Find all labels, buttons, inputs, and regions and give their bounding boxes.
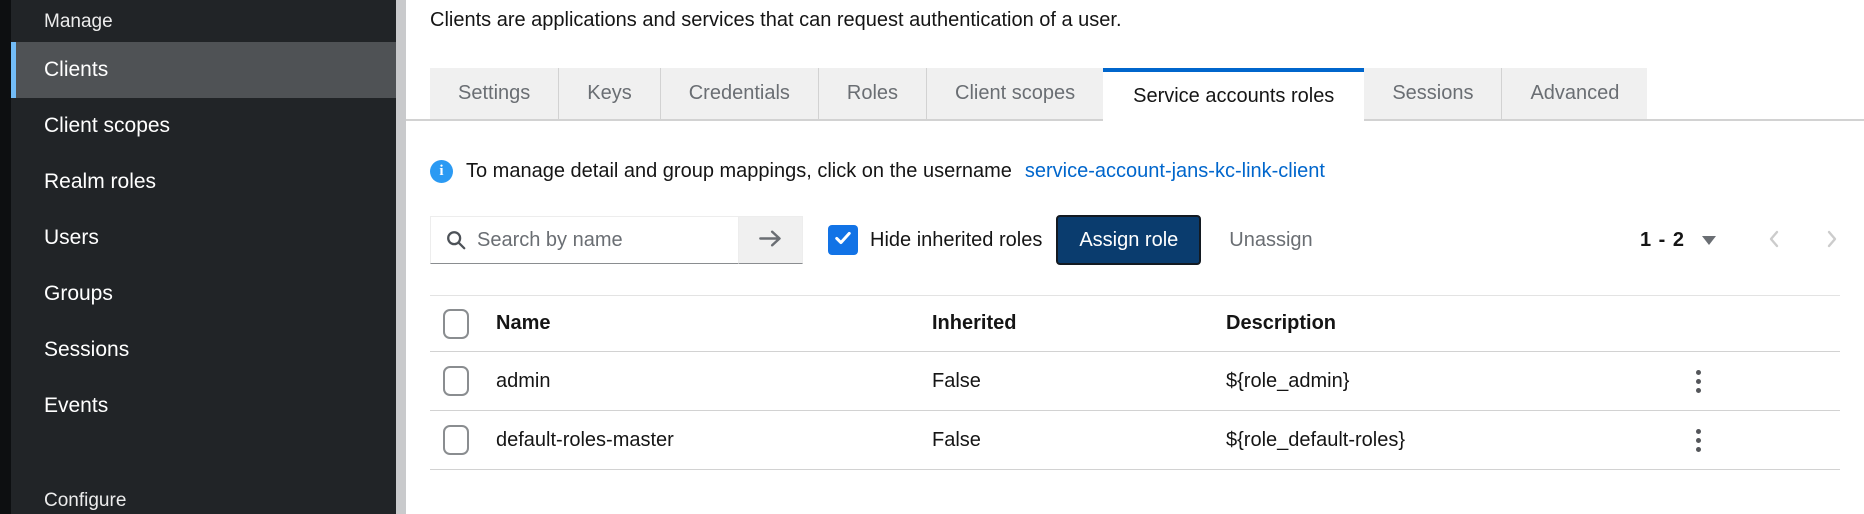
sidebar-item-users[interactable]: Users: [11, 210, 396, 266]
hide-inherited-roles-checkbox[interactable]: [828, 225, 858, 255]
role-name-cell: default-roles-master: [496, 429, 932, 452]
info-banner: i To manage detail and group mappings, c…: [430, 160, 1840, 183]
nav-section-configure: Configure: [11, 490, 396, 512]
tab-advanced[interactable]: Advanced: [1502, 68, 1647, 121]
checkmark-icon: [833, 228, 853, 253]
select-all-checkbox[interactable]: [443, 309, 469, 339]
kebab-menu-icon[interactable]: [1676, 370, 1701, 393]
table-header-row: Name Inherited Description: [430, 295, 1840, 352]
sidebar-item-label: Clients: [44, 58, 108, 82]
column-header-name: Name: [496, 312, 932, 335]
table-row: admin False ${role_admin}: [430, 352, 1840, 411]
search-input[interactable]: [431, 229, 738, 252]
sidebar: Manage Clients Client scopes Realm roles…: [0, 0, 396, 514]
role-inherited-cell: False: [932, 370, 1226, 393]
search-input-wrap: [430, 216, 739, 264]
sidebar-item-label: Users: [44, 226, 99, 250]
role-inherited-cell: False: [932, 429, 1226, 452]
arrow-right-icon: [757, 225, 784, 255]
unassign-button[interactable]: Unassign: [1229, 229, 1312, 252]
main-content: Clients are applications and services th…: [406, 0, 1864, 514]
caret-down-icon[interactable]: [1702, 236, 1716, 245]
chevron-right-icon: [1824, 228, 1840, 253]
role-description-cell: ${role_default-roles}: [1226, 429, 1676, 452]
sidebar-item-label: Events: [44, 394, 108, 418]
sidebar-item-groups[interactable]: Groups: [11, 266, 396, 322]
row-checkbox[interactable]: [443, 425, 469, 455]
roles-table: Name Inherited Description admin False $…: [430, 295, 1840, 470]
sidebar-scrollbar[interactable]: [0, 0, 11, 514]
content-scrollbar[interactable]: [396, 0, 406, 514]
pagination-range: 1 - 2: [1640, 229, 1685, 252]
info-banner-text: To manage detail and group mappings, cli…: [466, 160, 1012, 183]
kebab-menu-icon[interactable]: [1676, 429, 1701, 452]
hide-inherited-roles-control: Hide inherited roles: [828, 225, 1042, 255]
assign-role-button[interactable]: Assign role: [1056, 215, 1201, 265]
tab-bar-filler: [1647, 68, 1864, 121]
nav-section-manage: Manage: [11, 0, 396, 42]
chevron-left-icon: [1766, 228, 1782, 253]
tab-bar-lead-spacer: [406, 68, 430, 121]
sidebar-item-label: Client scopes: [44, 114, 170, 138]
column-header-description: Description: [1226, 312, 1676, 335]
pagination-prev-button[interactable]: [1766, 228, 1782, 253]
pagination-next-button[interactable]: [1824, 228, 1840, 253]
tab-settings[interactable]: Settings: [430, 68, 559, 121]
sidebar-nav: Manage Clients Client scopes Realm roles…: [11, 0, 396, 512]
tab-sessions[interactable]: Sessions: [1364, 68, 1502, 121]
search-group: [430, 216, 803, 264]
tab-roles[interactable]: Roles: [819, 68, 927, 121]
sidebar-item-label: Sessions: [44, 338, 129, 362]
row-checkbox[interactable]: [443, 366, 469, 396]
search-submit-button[interactable]: [739, 216, 803, 264]
tab-client-scopes[interactable]: Client scopes: [927, 68, 1103, 121]
tab-credentials[interactable]: Credentials: [661, 68, 819, 121]
pagination: 1 - 2: [1640, 228, 1840, 253]
info-icon: i: [430, 160, 453, 183]
search-icon: [445, 229, 467, 256]
sidebar-item-label: Realm roles: [44, 170, 156, 194]
sidebar-item-client-scopes[interactable]: Client scopes: [11, 98, 396, 154]
service-account-link[interactable]: service-account-jans-kc-link-client: [1025, 160, 1325, 183]
roles-toolbar: Hide inherited roles Assign role Unassig…: [430, 215, 1840, 265]
page-description: Clients are applications and services th…: [430, 8, 1840, 32]
sidebar-item-clients[interactable]: Clients: [11, 42, 396, 98]
tab-bar: Settings Keys Credentials Roles Client s…: [406, 68, 1864, 121]
role-name-cell: admin: [496, 370, 932, 393]
hide-inherited-roles-label[interactable]: Hide inherited roles: [870, 229, 1042, 252]
tab-keys[interactable]: Keys: [559, 68, 660, 121]
column-header-inherited: Inherited: [932, 312, 1226, 335]
sidebar-item-sessions[interactable]: Sessions: [11, 322, 396, 378]
sidebar-item-label: Groups: [44, 282, 113, 306]
role-description-cell: ${role_admin}: [1226, 370, 1676, 393]
tab-service-accounts-roles[interactable]: Service accounts roles: [1103, 68, 1364, 121]
sidebar-item-events[interactable]: Events: [11, 378, 396, 434]
sidebar-item-realm-roles[interactable]: Realm roles: [11, 154, 396, 210]
table-row: default-roles-master False ${role_defaul…: [430, 411, 1840, 470]
